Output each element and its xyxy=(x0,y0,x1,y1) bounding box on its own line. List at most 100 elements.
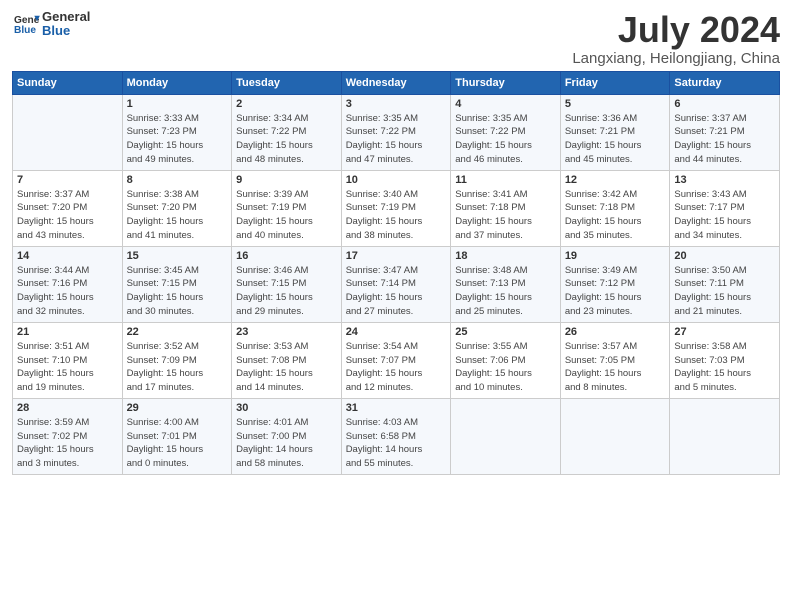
day-info: Sunrise: 3:39 AM Sunset: 7:19 PM Dayligh… xyxy=(236,188,337,243)
calendar-cell: 18 Sunrise: 3:48 AM Sunset: 7:13 PM Dayli… xyxy=(451,246,561,322)
day-info: Sunrise: 3:38 AM Sunset: 7:20 PM Dayligh… xyxy=(127,188,228,243)
column-header-wednesday: Wednesday xyxy=(341,71,451,94)
day-info: Sunrise: 3:50 AM Sunset: 7:11 PM Dayligh… xyxy=(674,264,775,319)
calendar-cell: 25 Sunrise: 3:55 AM Sunset: 7:06 PM Dayli… xyxy=(451,322,561,398)
day-info: Sunrise: 3:47 AM Sunset: 7:14 PM Dayligh… xyxy=(346,264,447,319)
day-number: 20 xyxy=(674,250,775,262)
calendar-cell xyxy=(670,398,780,474)
calendar-cell xyxy=(560,398,670,474)
calendar-cell: 1 Sunrise: 3:33 AM Sunset: 7:23 PM Daylig… xyxy=(122,94,232,170)
calendar-cell: 13Sunrise: 3:43 AM Sunset: 7:17 PM Dayli… xyxy=(670,170,780,246)
day-number: 17 xyxy=(346,250,447,262)
day-info: Sunrise: 3:58 AM Sunset: 7:03 PM Dayligh… xyxy=(674,340,775,395)
week-row-4: 21 Sunrise: 3:51 AM Sunset: 7:10 PM Dayli… xyxy=(13,322,780,398)
day-number: 11 xyxy=(455,174,556,186)
day-number: 31 xyxy=(346,402,447,414)
day-number: 24 xyxy=(346,326,447,338)
calendar-cell: 9Sunrise: 3:39 AM Sunset: 7:19 PM Daylig… xyxy=(232,170,342,246)
day-number: 14 xyxy=(17,250,118,262)
day-number: 25 xyxy=(455,326,556,338)
week-row-3: 14 Sunrise: 3:44 AM Sunset: 7:16 PM Dayli… xyxy=(13,246,780,322)
day-info: Sunrise: 3:46 AM Sunset: 7:15 PM Dayligh… xyxy=(236,264,337,319)
location-title: Langxiang, Heilongjiang, China xyxy=(572,50,780,67)
logo-line1: General xyxy=(42,10,90,24)
day-info: Sunrise: 3:52 AM Sunset: 7:09 PM Dayligh… xyxy=(127,340,228,395)
day-info: Sunrise: 4:00 AM Sunset: 7:01 PM Dayligh… xyxy=(127,416,228,471)
day-info: Sunrise: 3:37 AM Sunset: 7:20 PM Dayligh… xyxy=(17,188,118,243)
day-number: 7 xyxy=(17,174,118,186)
logo-line2: Blue xyxy=(42,24,90,38)
day-info: Sunrise: 3:55 AM Sunset: 7:06 PM Dayligh… xyxy=(455,340,556,395)
day-info: Sunrise: 3:36 AM Sunset: 7:21 PM Dayligh… xyxy=(565,112,666,167)
calendar-cell: 29 Sunrise: 4:00 AM Sunset: 7:01 PM Dayli… xyxy=(122,398,232,474)
day-number: 5 xyxy=(565,98,666,110)
day-info: Sunrise: 3:48 AM Sunset: 7:13 PM Dayligh… xyxy=(455,264,556,319)
calendar-cell: 28 Sunrise: 3:59 AM Sunset: 7:02 PM Dayli… xyxy=(13,398,123,474)
calendar-cell: 17 Sunrise: 3:47 AM Sunset: 7:14 PM Dayli… xyxy=(341,246,451,322)
calendar-cell: 6 Sunrise: 3:37 AM Sunset: 7:21 PM Daylig… xyxy=(670,94,780,170)
calendar-cell: 5 Sunrise: 3:36 AM Sunset: 7:21 PM Daylig… xyxy=(560,94,670,170)
logo: General Blue General Blue xyxy=(12,10,90,39)
calendar-cell: 3Sunrise: 3:35 AM Sunset: 7:22 PM Daylig… xyxy=(341,94,451,170)
day-number: 30 xyxy=(236,402,337,414)
day-number: 18 xyxy=(455,250,556,262)
day-info: Sunrise: 3:44 AM Sunset: 7:16 PM Dayligh… xyxy=(17,264,118,319)
day-number: 2 xyxy=(236,98,337,110)
day-info: Sunrise: 3:43 AM Sunset: 7:17 PM Dayligh… xyxy=(674,188,775,243)
day-info: Sunrise: 3:41 AM Sunset: 7:18 PM Dayligh… xyxy=(455,188,556,243)
day-info: Sunrise: 3:53 AM Sunset: 7:08 PM Dayligh… xyxy=(236,340,337,395)
day-number: 1 xyxy=(127,98,228,110)
day-number: 15 xyxy=(127,250,228,262)
week-row-2: 7 Sunrise: 3:37 AM Sunset: 7:20 PM Daylig… xyxy=(13,170,780,246)
calendar-cell: 8 Sunrise: 3:38 AM Sunset: 7:20 PM Daylig… xyxy=(122,170,232,246)
column-header-tuesday: Tuesday xyxy=(232,71,342,94)
column-header-thursday: Thursday xyxy=(451,71,561,94)
calendar-cell xyxy=(451,398,561,474)
title-block: July 2024 Langxiang, Heilongjiang, China xyxy=(572,10,780,67)
day-info: Sunrise: 3:49 AM Sunset: 7:12 PM Dayligh… xyxy=(565,264,666,319)
day-info: Sunrise: 3:57 AM Sunset: 7:05 PM Dayligh… xyxy=(565,340,666,395)
day-number: 19 xyxy=(565,250,666,262)
svg-text:Blue: Blue xyxy=(14,26,36,37)
calendar-cell: 12Sunrise: 3:42 AM Sunset: 7:18 PM Dayli… xyxy=(560,170,670,246)
column-header-sunday: Sunday xyxy=(13,71,123,94)
day-number: 23 xyxy=(236,326,337,338)
day-number: 6 xyxy=(674,98,775,110)
column-header-friday: Friday xyxy=(560,71,670,94)
day-number: 21 xyxy=(17,326,118,338)
calendar-cell: 31 Sunrise: 4:03 AM Sunset: 6:58 PM Dayli… xyxy=(341,398,451,474)
calendar-cell: 26 Sunrise: 3:57 AM Sunset: 7:05 PM Dayli… xyxy=(560,322,670,398)
day-number: 28 xyxy=(17,402,118,414)
calendar-cell xyxy=(13,94,123,170)
day-number: 26 xyxy=(565,326,666,338)
day-number: 4 xyxy=(455,98,556,110)
calendar-cell: 7 Sunrise: 3:37 AM Sunset: 7:20 PM Daylig… xyxy=(13,170,123,246)
calendar-cell: 22 Sunrise: 3:52 AM Sunset: 7:09 PM Dayli… xyxy=(122,322,232,398)
week-row-5: 28 Sunrise: 3:59 AM Sunset: 7:02 PM Dayli… xyxy=(13,398,780,474)
day-info: Sunrise: 3:35 AM Sunset: 7:22 PM Dayligh… xyxy=(455,112,556,167)
week-row-1: 1 Sunrise: 3:33 AM Sunset: 7:23 PM Daylig… xyxy=(13,94,780,170)
calendar-cell: 15Sunrise: 3:45 AM Sunset: 7:15 PM Dayli… xyxy=(122,246,232,322)
day-info: Sunrise: 3:54 AM Sunset: 7:07 PM Dayligh… xyxy=(346,340,447,395)
calendar-cell: 14 Sunrise: 3:44 AM Sunset: 7:16 PM Dayli… xyxy=(13,246,123,322)
column-header-monday: Monday xyxy=(122,71,232,94)
day-info: Sunrise: 3:37 AM Sunset: 7:21 PM Dayligh… xyxy=(674,112,775,167)
day-number: 8 xyxy=(127,174,228,186)
day-info: Sunrise: 4:03 AM Sunset: 6:58 PM Dayligh… xyxy=(346,416,447,471)
day-info: Sunrise: 3:51 AM Sunset: 7:10 PM Dayligh… xyxy=(17,340,118,395)
day-info: Sunrise: 3:34 AM Sunset: 7:22 PM Dayligh… xyxy=(236,112,337,167)
calendar-cell: 10Sunrise: 3:40 AM Sunset: 7:19 PM Dayli… xyxy=(341,170,451,246)
calendar-cell: 21 Sunrise: 3:51 AM Sunset: 7:10 PM Dayli… xyxy=(13,322,123,398)
day-number: 29 xyxy=(127,402,228,414)
day-number: 3 xyxy=(346,98,447,110)
day-number: 10 xyxy=(346,174,447,186)
day-info: Sunrise: 3:33 AM Sunset: 7:23 PM Dayligh… xyxy=(127,112,228,167)
calendar-cell: 20 Sunrise: 3:50 AM Sunset: 7:11 PM Dayli… xyxy=(670,246,780,322)
day-number: 16 xyxy=(236,250,337,262)
day-number: 27 xyxy=(674,326,775,338)
calendar-cell: 30Sunrise: 4:01 AM Sunset: 7:00 PM Dayli… xyxy=(232,398,342,474)
calendar-cell: 24 Sunrise: 3:54 AM Sunset: 7:07 PM Dayli… xyxy=(341,322,451,398)
day-info: Sunrise: 3:59 AM Sunset: 7:02 PM Dayligh… xyxy=(17,416,118,471)
day-number: 22 xyxy=(127,326,228,338)
calendar-table: SundayMondayTuesdayWednesdayThursdayFrid… xyxy=(12,71,780,475)
